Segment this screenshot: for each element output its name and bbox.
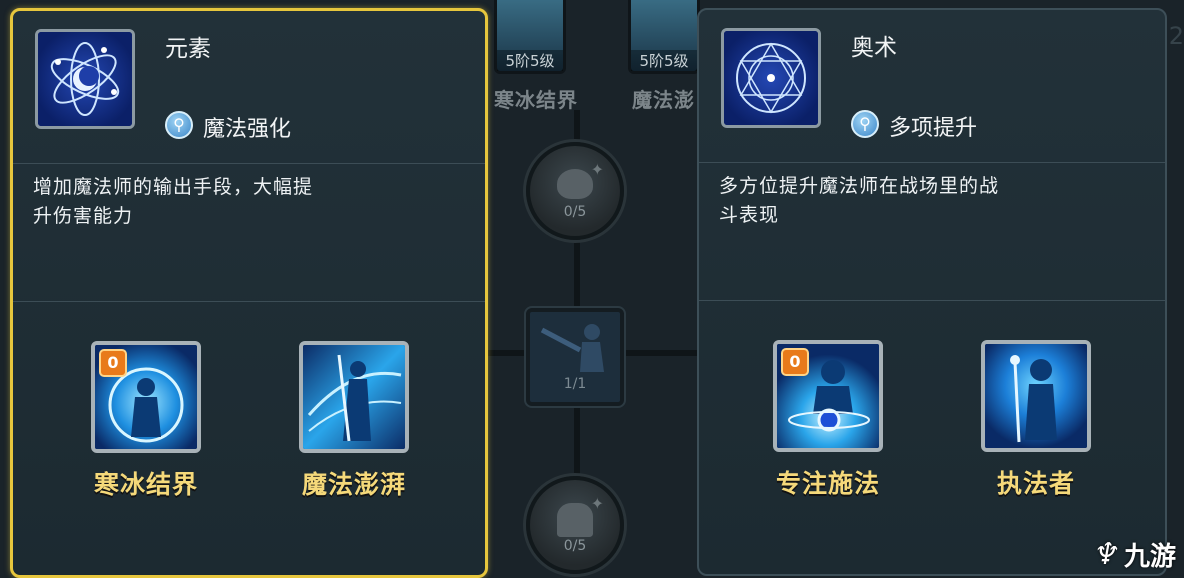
bg-skill-level: 5阶5级 [497,50,563,71]
watermark: ♆ 九游 [1089,536,1176,573]
sparkle-icon: ✦ [590,160,604,179]
node-count: 0/5 [563,204,587,220]
bg-skill-icon[interactable]: 5阶5级 [628,0,700,74]
bg-talent-node[interactable]: ✦ 0/5 [526,142,624,240]
caster-icon [540,324,604,372]
skill-name: 执法者 [996,469,1075,498]
description-line: 增加魔法师的输出手段，大幅提 [33,176,314,198]
divider [699,162,1165,163]
skill-name: 魔法澎湃 [301,470,406,499]
description-line: 斗表现 [719,204,780,226]
enforcer-icon [981,340,1091,452]
robe-icon [557,503,593,538]
skill-focused-casting[interactable]: 0 [773,340,883,452]
skill-badge: 0 [781,348,809,376]
watermark-text: 九游 [1123,542,1176,572]
bg-talent-node[interactable]: ✦ 0/5 [526,476,624,574]
panel-type-label: 魔法强化 [203,117,292,142]
talent-panel-elemental[interactable]: 元素 ⚲ 魔法强化 增加魔法师的输出手段，大幅提 升伤害能力 0 寒冰结界 魔法… [10,8,488,578]
description-line: 升伤害能力 [33,205,134,227]
hat-icon [557,169,593,200]
ninegame-logo-icon: ♆ [1089,537,1124,572]
node-count: 1/1 [563,376,587,392]
node-count: 0/5 [563,538,587,554]
divider [699,300,1165,301]
staff-icon: ⚲ [165,111,193,139]
corner-number: 2 [1168,22,1184,50]
skill-ice-barrier[interactable]: 0 [91,341,201,453]
skill-badge: 0 [99,349,127,377]
staff-icon: ⚲ [851,110,879,138]
bg-skill-icon[interactable]: 5阶5级 [494,0,566,74]
panel-description: 增加魔法师的输出手段，大幅提 升伤害能力 [33,173,393,231]
description-line: 多方位提升魔法师在战场里的战 [719,175,1000,197]
sparkle-icon: ✦ [590,494,604,513]
panel-description: 多方位提升魔法师在战场里的战 斗表现 [719,172,1079,230]
talent-panel-arcane[interactable]: 奥术 ⚲ 多项提升 多方位提升魔法师在战场里的战 斗表现 0 专注施法 执法者 [697,8,1167,576]
panel-type-label: 多项提升 [889,116,978,141]
arcane-circle-icon [721,28,821,128]
skill-magic-surge[interactable] [299,341,409,453]
magic-surge-icon [299,341,409,453]
skill-name: 专注施法 [775,469,880,498]
panel-title: 奥术 [851,35,897,61]
skill-name: 寒冰结界 [93,470,198,499]
bg-skill-name: 寒冰结界 [494,88,578,112]
bg-skill-level: 5阶5级 [631,50,697,71]
bg-skill-name: 魔法澎 [632,88,695,112]
divider [13,163,485,164]
panel-title: 元素 [165,36,211,62]
atom-icon [35,29,135,129]
divider [13,301,485,302]
skill-enforcer[interactable] [981,340,1091,452]
bg-talent-node[interactable]: 1/1 [526,308,624,406]
